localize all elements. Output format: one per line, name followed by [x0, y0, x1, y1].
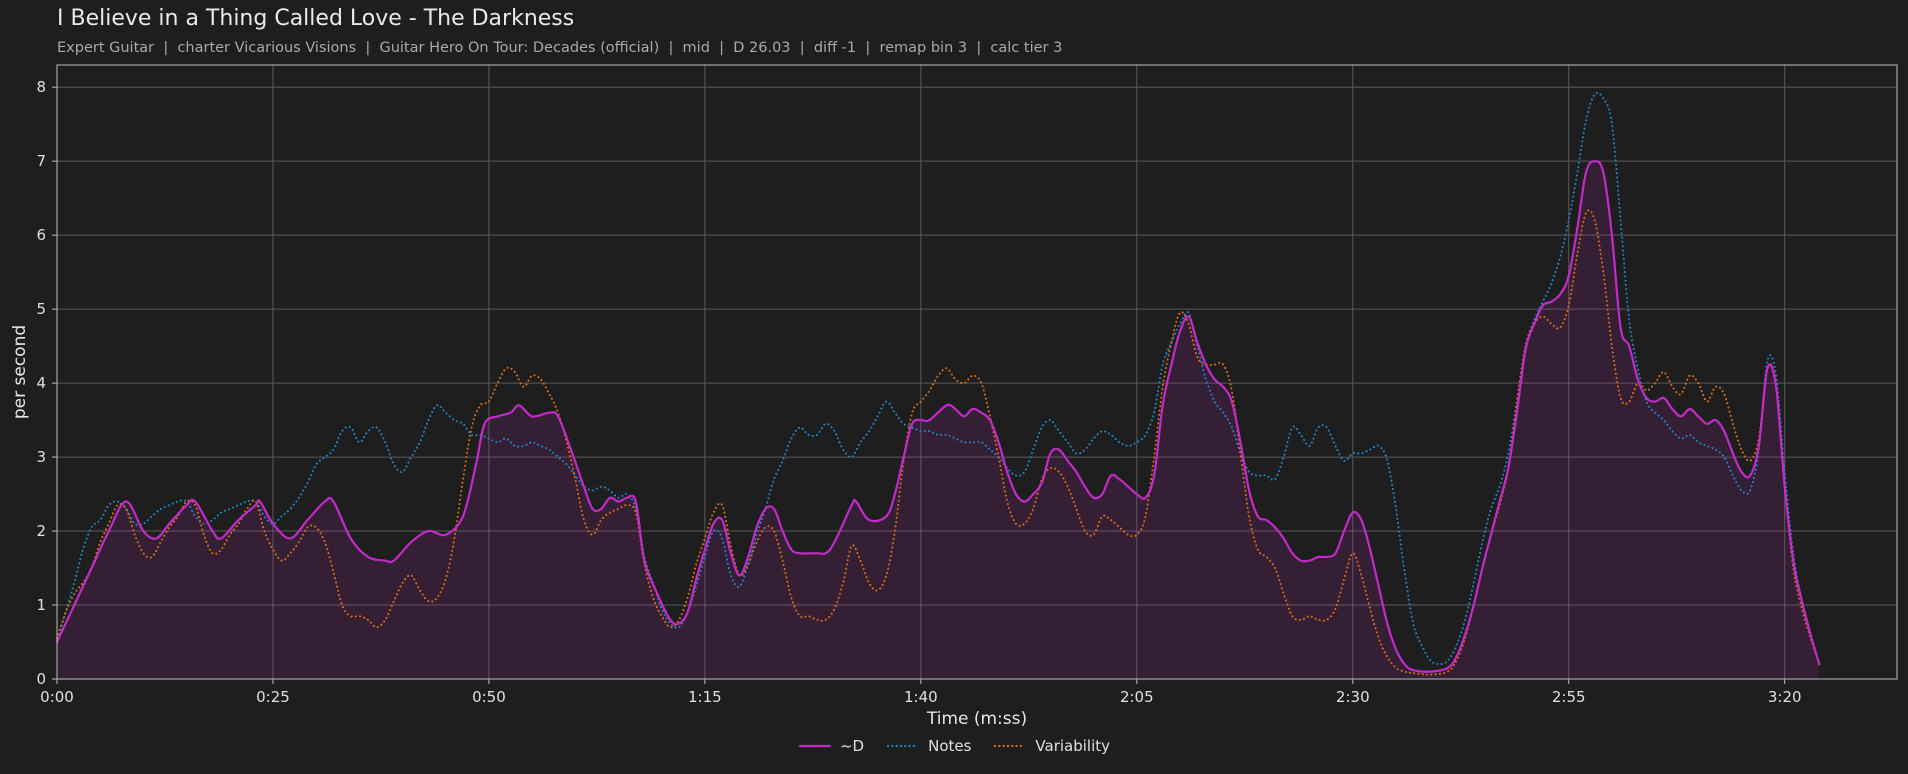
x-tick-label: 0:25 [256, 688, 290, 706]
x-tick-label: 0:50 [472, 688, 506, 706]
legend-swatch [798, 744, 832, 748]
y-tick-label: 0 [36, 670, 46, 688]
x-tick-label: 3:20 [1768, 688, 1802, 706]
x-tick-label: 2:30 [1336, 688, 1370, 706]
x-tick-label: 2:55 [1552, 688, 1586, 706]
y-axis-label: per second [10, 325, 30, 419]
x-tick-label: 0:00 [40, 688, 74, 706]
legend-item: Notes [886, 737, 971, 755]
y-tick-label: 3 [36, 448, 46, 466]
y-ticks: 0 1 2 3 4 5 6 7 8 [36, 78, 57, 688]
area-fill-d [57, 161, 1820, 679]
x-tick-label: 1:15 [688, 688, 722, 706]
y-tick-label: 7 [36, 152, 46, 170]
legend-label: Notes [928, 737, 972, 755]
y-tick-label: 2 [36, 522, 46, 540]
legend-swatch [994, 744, 1027, 748]
legend: ~D Notes Variability [0, 737, 1908, 755]
legend-item: Variability [993, 737, 1110, 755]
x-tick-label: 2:05 [1120, 688, 1154, 706]
line-chart: 0:00 0:25 0:50 1:15 1:40 2:05 2:30 2:55 3:20 0 1 2… [10, 64, 1898, 729]
legend-label: ~D [839, 737, 865, 755]
y-tick-label: 4 [36, 374, 46, 392]
legend-label: Variability [1035, 737, 1111, 755]
area-fill [57, 161, 1820, 679]
legend-item: ~D [798, 737, 864, 755]
y-tick-label: 5 [36, 300, 46, 318]
x-tick-label: 1:40 [904, 688, 938, 706]
legend-swatch [886, 744, 920, 748]
y-tick-label: 8 [36, 78, 46, 96]
x-ticks: 0:00 0:25 0:50 1:15 1:40 2:05 2:30 2:55 3:20 [40, 679, 1802, 706]
x-axis-label: Time (m:ss) [926, 709, 1027, 729]
y-tick-label: 6 [36, 226, 46, 244]
y-tick-label: 1 [36, 596, 46, 614]
